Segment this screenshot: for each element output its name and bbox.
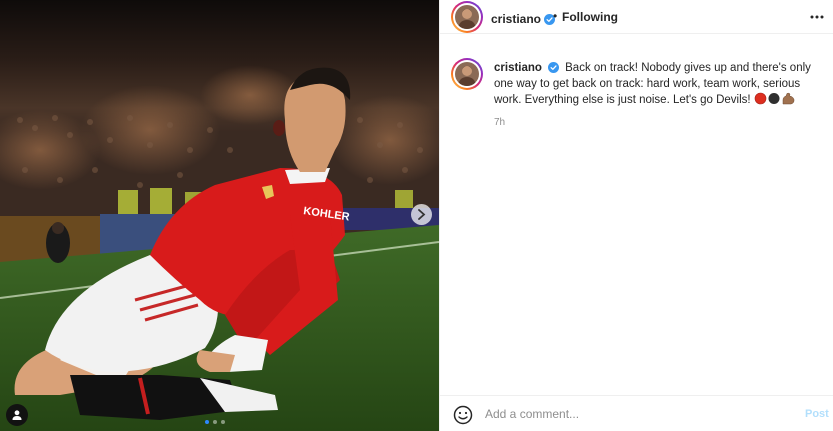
header-separator: • bbox=[553, 9, 558, 23]
avatar-image bbox=[455, 62, 479, 86]
black-circle-icon bbox=[768, 93, 780, 104]
red-circle-icon bbox=[754, 92, 767, 105]
post-timestamp[interactable]: 7h bbox=[494, 117, 505, 128]
verified-badge-icon bbox=[547, 62, 559, 73]
avatar-image bbox=[455, 5, 479, 29]
post-header: cristiano • Following bbox=[440, 0, 833, 34]
username-link[interactable]: cristiano bbox=[491, 12, 541, 26]
carousel-indicator bbox=[205, 420, 225, 424]
avatar[interactable] bbox=[451, 1, 483, 33]
carousel-dot bbox=[213, 420, 217, 424]
flexed-biceps-icon bbox=[782, 92, 795, 105]
following-button[interactable]: Following bbox=[562, 10, 618, 24]
caption-avatar[interactable] bbox=[451, 58, 483, 90]
post-caption: cristiano Back on track! Nobody gives up… bbox=[494, 61, 819, 109]
header-username-row: cristiano bbox=[491, 10, 556, 28]
post-photo[interactable]: KOHLER bbox=[0, 0, 439, 431]
emoji-smile-icon[interactable] bbox=[453, 405, 473, 425]
carousel-dot bbox=[221, 420, 225, 424]
carousel-next-button[interactable] bbox=[411, 204, 432, 225]
comment-bar: Post bbox=[440, 395, 833, 431]
user-tag-icon bbox=[12, 410, 22, 420]
photo-image: KOHLER bbox=[0, 0, 439, 431]
user-tags-button[interactable] bbox=[6, 404, 28, 426]
chevron-right-icon bbox=[418, 209, 426, 220]
more-options-icon[interactable] bbox=[809, 9, 825, 25]
caption-emojis bbox=[754, 92, 795, 105]
caption-username-link[interactable]: cristiano bbox=[494, 62, 542, 74]
post-side-panel: cristiano • Following cristiano Back on … bbox=[439, 0, 833, 431]
carousel-dot-active bbox=[205, 420, 209, 424]
comment-input[interactable] bbox=[485, 405, 785, 423]
post-comment-button[interactable]: Post bbox=[805, 408, 829, 420]
